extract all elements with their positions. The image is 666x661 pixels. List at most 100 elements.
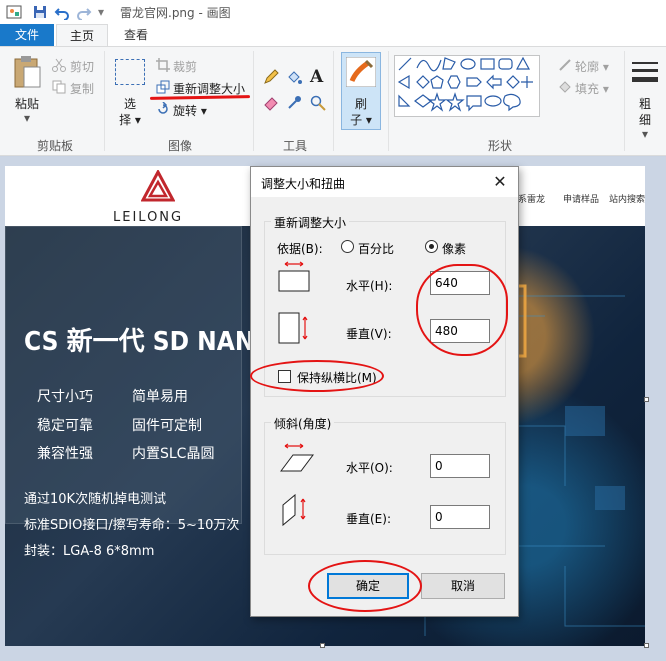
leilong-logo-icon (141, 170, 175, 202)
fill-icon (559, 81, 571, 93)
skew-horizontal-label: 水平(O): (346, 461, 393, 475)
title-bar: ▾ 雷龙官网.png - 画图 (0, 0, 666, 24)
spec-text: 通过10K次随机掉电测试 (24, 492, 167, 507)
group-divider (104, 51, 105, 151)
size-button-line2[interactable]: 细 (630, 111, 660, 128)
vertical-resize-icon (278, 312, 308, 344)
window-title: 雷龙官网.png - 画图 (120, 6, 231, 20)
resize-skew-dialog: 调整大小和扭曲 ✕ 重新调整大小 依据(B): 百分比 像素 水平(H): 64… (250, 166, 519, 617)
dialog-titlebar[interactable]: 调整大小和扭曲 ✕ (251, 167, 518, 197)
spec-text: 封装：LGA-8 6*8mm (24, 544, 155, 559)
save-icon[interactable] (32, 4, 48, 20)
group-divider (333, 51, 334, 151)
text-tool-icon[interactable]: A (310, 67, 323, 87)
size-icon[interactable] (630, 59, 660, 89)
dialog-close-icon[interactable]: ✕ (490, 172, 510, 192)
shapes-gallery[interactable] (394, 55, 540, 117)
percent-label[interactable]: 百分比 (358, 240, 394, 257)
horizontal-label: 水平(H): (346, 279, 393, 293)
image-group-label: 图像 (167, 139, 192, 153)
select-icon[interactable] (115, 59, 145, 85)
select-button[interactable]: 选 (116, 95, 144, 112)
skew-group (264, 422, 506, 555)
eraser-icon[interactable] (263, 95, 279, 111)
paste-dropdown-icon[interactable]: ▾ (10, 111, 44, 125)
resize-group-title: 重新调整大小 (271, 214, 350, 231)
canvas-resize-handle[interactable] (320, 643, 325, 648)
clipboard-group-label: 剪贴板 (36, 139, 73, 153)
brushes-button[interactable]: 刷 子 ▾ (341, 52, 381, 130)
horizontal-resize-icon (278, 261, 310, 292)
paste-icon[interactable] (12, 55, 42, 89)
resize-icon (156, 80, 170, 94)
cancel-button[interactable]: 取消 (421, 573, 505, 599)
percent-radio[interactable] (341, 240, 354, 253)
skew-horizontal-input[interactable]: 0 (430, 454, 490, 478)
basis-label: 依据(B): (277, 242, 323, 256)
scissors-icon (52, 58, 66, 72)
size-button[interactable]: 粗 (630, 95, 660, 112)
feature-text: 尺寸小巧 (37, 389, 93, 405)
skew-vertical-input[interactable]: 0 (430, 505, 490, 529)
fill-button[interactable]: 填充 ▾ (575, 80, 609, 97)
brushes-label-line2: 子 ▾ (350, 113, 372, 127)
pencil-icon[interactable] (263, 69, 279, 85)
size-dropdown-icon[interactable]: ▾ (630, 127, 660, 141)
fill-bucket-icon[interactable] (286, 69, 302, 85)
tab-home[interactable]: 主页 (56, 24, 108, 46)
canvas-resize-handle[interactable] (644, 643, 649, 648)
undo-icon[interactable] (54, 4, 70, 20)
color-picker-icon[interactable] (286, 95, 302, 111)
horizontal-skew-icon (280, 443, 314, 472)
vertical-skew-icon (282, 493, 306, 527)
feature-text: 固件可定制 (132, 418, 202, 434)
brushes-label: 刷 (354, 97, 367, 111)
group-divider (624, 51, 625, 151)
spec-text: 标准SDIO接口/擦写寿命：5~10万次 (24, 518, 240, 533)
group-divider (388, 51, 389, 151)
pixel-radio[interactable] (425, 240, 438, 253)
hero-panel (5, 226, 242, 524)
annotation-circle (416, 264, 508, 356)
feature-text: 内置SLC晶圆 (132, 446, 215, 462)
brush-icon (346, 57, 376, 87)
cut-button[interactable]: 剪切 (70, 58, 94, 75)
feature-text: 稳定可靠 (37, 418, 93, 434)
group-divider (253, 51, 254, 151)
vertical-label: 垂直(V): (346, 327, 392, 341)
shapes-grid-icon (397, 56, 533, 112)
tab-view[interactable]: 查看 (112, 24, 160, 46)
annotation-circle (250, 360, 384, 392)
dialog-title: 调整大小和扭曲 (261, 177, 346, 191)
crop-icon (156, 58, 170, 72)
ribbon: 粘贴 ▾ 剪切 复制 剪贴板 选 择 ▾ 裁剪 重新调整大小 旋转 ▾ 图像 A… (0, 46, 666, 156)
feature-text: 兼容性强 (37, 446, 93, 462)
nav-item: 站内搜索 (609, 195, 645, 205)
paint-app-icon (6, 5, 22, 19)
annotation-circle (308, 560, 422, 612)
feature-text: 简单易用 (132, 389, 188, 405)
outline-button[interactable]: 轮廓 ▾ (575, 58, 609, 75)
crop-button[interactable]: 裁剪 (173, 58, 197, 75)
copy-icon (52, 80, 66, 94)
outline-icon (559, 59, 571, 71)
rotate-icon (158, 102, 168, 114)
skew-vertical-label: 垂直(E): (346, 512, 391, 526)
rotate-button[interactable]: 旋转 ▾ (173, 102, 207, 119)
paste-button[interactable]: 粘贴 (10, 95, 44, 112)
canvas-resize-handle[interactable] (644, 397, 649, 402)
magnifier-icon[interactable] (310, 95, 326, 111)
quick-access-dropdown-icon[interactable]: ▾ (98, 5, 104, 19)
copy-button[interactable]: 复制 (70, 80, 94, 97)
skew-group-title: 倾斜(角度) (271, 415, 335, 432)
shapes-group-label: 形状 (487, 139, 512, 153)
logo-text: LEILONG (113, 210, 184, 225)
hero-title: CS 新一代 SD NAND (24, 327, 274, 357)
pixel-label[interactable]: 像素 (442, 240, 466, 257)
redo-icon[interactable] (76, 4, 92, 20)
ribbon-tabs: 文件 主页 查看 (0, 24, 666, 46)
nav-item: 系雷龙 (518, 195, 546, 205)
nav-item: 申请样品 (563, 195, 600, 205)
tab-file[interactable]: 文件 (0, 24, 54, 46)
select-button-line2[interactable]: 择 ▾ (116, 111, 144, 128)
